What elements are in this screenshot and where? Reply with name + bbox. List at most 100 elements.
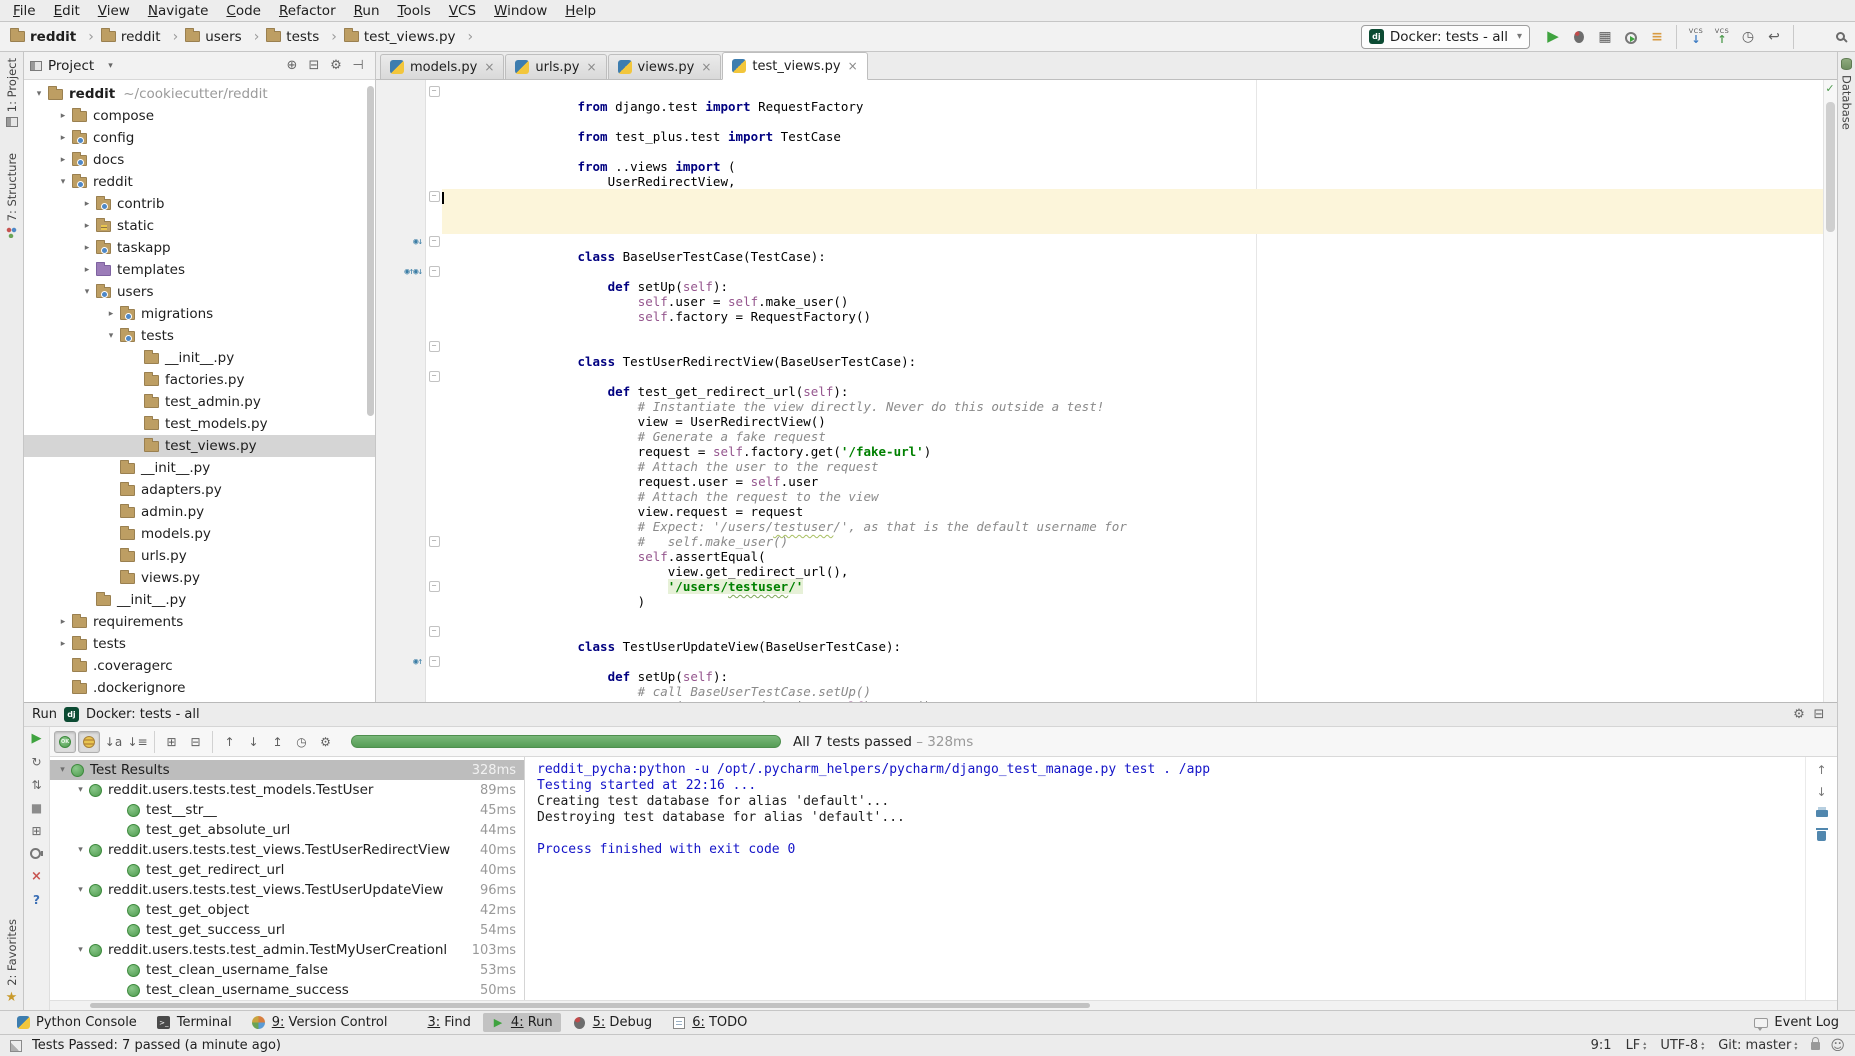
tool-window-button[interactable]: Database (1840, 58, 1854, 130)
hide-panel-icon[interactable]: ⊣ (347, 55, 369, 77)
horizontal-scrollbar[interactable] (50, 1000, 1837, 1010)
test-result-row[interactable]: test__str__ 45ms (50, 800, 524, 820)
debug-button[interactable] (1566, 25, 1592, 49)
breadcrumb-item[interactable]: users (185, 29, 266, 45)
expand-arrow-icon[interactable]: ▾ (72, 785, 89, 795)
expand-all-icon[interactable]: ⊞ (160, 731, 183, 753)
profiler-button[interactable] (1618, 25, 1644, 49)
settings-icon[interactable]: ⚙ (314, 731, 337, 753)
lock-icon[interactable] (1811, 1042, 1820, 1050)
status-message[interactable]: Tests Passed: 7 passed (a minute ago) (32, 1038, 1581, 1053)
tree-item[interactable]: ▸ contrib (24, 193, 375, 215)
editor-tab[interactable]: urls.py × (505, 54, 606, 79)
previous-failed-test-icon[interactable]: ↑ (218, 731, 241, 753)
tree-item[interactable]: .coveragerc (24, 655, 375, 677)
menu-item[interactable]: View (89, 2, 139, 20)
tree-item[interactable]: admin.py (24, 501, 375, 523)
tool-window-tab[interactable]: 6: TODO (664, 1013, 755, 1032)
tree-item[interactable]: factories.py (24, 369, 375, 391)
vcs-update-button[interactable] (1683, 25, 1709, 49)
inspections-profile-icon[interactable]: ☺ (1830, 1039, 1845, 1053)
breadcrumb-item[interactable]: reddit (10, 29, 101, 45)
run-configuration-select[interactable]: dj Docker: tests - all ▾ (1361, 25, 1530, 49)
expand-arrow-icon[interactable]: ▸ (54, 639, 72, 649)
sort-alphabetically-icon[interactable]: ↓a (102, 731, 125, 753)
expand-arrow-icon[interactable]: ▾ (54, 765, 71, 775)
test-result-row[interactable]: ▾ reddit.users.tests.test_views.TestUser… (50, 840, 524, 860)
recent-changes-button[interactable]: ◷ (1735, 25, 1761, 49)
expand-arrow-icon[interactable]: ▾ (30, 89, 48, 99)
project-view-select[interactable]: Project ▾ (30, 58, 113, 74)
tree-item[interactable]: ▾ reddit ~/cookiecutter/reddit (24, 83, 375, 105)
tool-window-button[interactable]: 7: Structure (5, 153, 19, 237)
scrollbar-thumb[interactable] (90, 1003, 1090, 1008)
close-icon[interactable]: × (28, 868, 46, 885)
expand-arrow-icon[interactable]: ▸ (54, 617, 72, 627)
expand-arrow-icon[interactable]: ▾ (102, 331, 120, 341)
close-icon[interactable]: × (848, 59, 858, 73)
fold-marker-icon[interactable] (426, 581, 442, 592)
rerun-failed-tests-icon[interactable]: ↻ (28, 753, 46, 770)
fold-marker-icon[interactable] (426, 341, 442, 352)
close-icon[interactable]: × (586, 60, 596, 74)
expand-arrow-icon[interactable]: ▾ (54, 177, 72, 187)
tree-item[interactable]: ▸ compose (24, 105, 375, 127)
next-failed-test-icon[interactable]: ↓ (242, 731, 265, 753)
tool-window-tab[interactable]: 4: Run (483, 1013, 561, 1032)
tree-item[interactable]: __init__.py (24, 347, 375, 369)
settings-icon[interactable]: ⚙ (325, 55, 347, 77)
search-icon[interactable] (1836, 32, 1845, 41)
fold-marker-icon[interactable] (426, 191, 442, 202)
test-result-row[interactable]: ▾ Test Results 328ms (50, 760, 524, 780)
tool-windows-icon[interactable] (10, 1040, 22, 1052)
restore-layout-icon[interactable]: ⊞ (28, 822, 46, 839)
fold-marker-icon[interactable] (426, 236, 442, 247)
fold-marker-icon[interactable] (426, 656, 442, 667)
locate-file-icon[interactable]: ⊕ (281, 55, 303, 77)
code-area[interactable]: from django.test import RequestFactory (376, 80, 1837, 702)
expand-arrow-icon[interactable]: ▾ (72, 885, 89, 895)
rollback-button[interactable]: ↩ (1761, 25, 1787, 49)
event-log-button[interactable]: Event Log (1746, 1013, 1847, 1032)
menu-item[interactable]: VCS (440, 2, 485, 20)
import-test-results-icon[interactable]: ↥ (266, 731, 289, 753)
gutter-marker-icon[interactable] (376, 267, 426, 277)
scroll-to-top-icon[interactable]: ↑ (1814, 762, 1830, 777)
menu-item[interactable]: Help (556, 2, 605, 20)
help-icon[interactable]: ? (28, 891, 46, 908)
coverage-button[interactable]: ▦ (1592, 25, 1618, 49)
breadcrumb-item[interactable]: reddit (101, 29, 185, 45)
expand-arrow-icon[interactable]: ▸ (102, 309, 120, 319)
test-result-row[interactable]: ▾ reddit.users.tests.test_views.TestUser… (50, 880, 524, 900)
tool-window-tab[interactable]: Python Console (8, 1013, 145, 1032)
menu-item[interactable]: Refactor (270, 2, 345, 20)
sort-by-duration-icon[interactable]: ↓≡ (126, 731, 149, 753)
tree-item[interactable]: test_views.py (24, 435, 375, 457)
tree-item[interactable]: test_admin.py (24, 391, 375, 413)
tree-item[interactable]: ▸ tests (24, 633, 375, 655)
tree-item[interactable]: ▸ static (24, 215, 375, 237)
rerun-tests-button[interactable]: ≡ (1644, 25, 1670, 49)
search-everywhere-button[interactable] (1800, 25, 1826, 49)
tool-window-tab[interactable]: 3: Find (399, 1013, 478, 1032)
pin-tab-icon[interactable] (28, 845, 46, 862)
gutter-marker-icon[interactable] (376, 657, 426, 667)
expand-arrow-icon[interactable]: ▸ (54, 133, 72, 143)
tree-item[interactable]: urls.py (24, 545, 375, 567)
scrollbar[interactable] (367, 86, 374, 416)
editor-tab[interactable]: test_views.py × (722, 52, 867, 80)
tree-item[interactable]: __init__.py (24, 457, 375, 479)
editor-tab[interactable]: views.py × (608, 54, 722, 79)
menu-item[interactable]: Run (345, 2, 389, 20)
collapse-all-icon[interactable]: ⊟ (184, 731, 207, 753)
scroll-to-bottom-icon[interactable]: ↓ (1814, 784, 1830, 799)
tree-item[interactable]: ▾ reddit (24, 171, 375, 193)
test-result-row[interactable]: test_get_absolute_url 44ms (50, 820, 524, 840)
tree-item[interactable]: views.py (24, 567, 375, 589)
run-console[interactable]: reddit_pycha:python -u /opt/.pycharm_hel… (525, 757, 1805, 1000)
tree-item[interactable]: ▸ docs (24, 149, 375, 171)
tool-window-tab[interactable]: Terminal (149, 1013, 240, 1032)
gutter-marker-icon[interactable] (376, 237, 426, 247)
stop-icon[interactable]: ■ (28, 799, 46, 816)
tree-item[interactable]: models.py (24, 523, 375, 545)
